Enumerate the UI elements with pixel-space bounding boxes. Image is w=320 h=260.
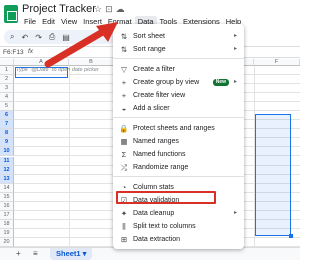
row-header[interactable]: 1 bbox=[0, 66, 14, 76]
row-header[interactable]: 14 bbox=[0, 183, 14, 193]
sort-icon: ⇅ bbox=[120, 32, 128, 41]
row-header[interactable]: 16 bbox=[0, 201, 14, 211]
title-action-icons[interactable]: ☆⊡☁ bbox=[94, 4, 128, 15]
row-header[interactable]: 4 bbox=[0, 93, 14, 103]
named-functions-icon: Σ bbox=[121, 150, 127, 159]
row-header[interactable]: 11 bbox=[0, 156, 14, 166]
row-header[interactable]: 10 bbox=[0, 147, 14, 157]
undo-icon[interactable]: ↶ bbox=[21, 33, 28, 42]
menu-item-label: Sort range bbox=[133, 46, 166, 53]
print-icon[interactable]: ⎙ bbox=[49, 32, 55, 42]
menu-edit[interactable]: Edit bbox=[39, 16, 58, 28]
document-title[interactable]: Project Tracker bbox=[22, 3, 96, 15]
row-header[interactable]: 13 bbox=[0, 174, 14, 184]
select-all-corner[interactable] bbox=[0, 59, 14, 66]
submenu-arrow-icon: ▸ bbox=[233, 79, 237, 85]
menu-insert[interactable]: Insert bbox=[80, 16, 105, 28]
column-header[interactable]: F bbox=[254, 59, 300, 66]
menu-item-label: Randomize range bbox=[133, 164, 189, 171]
submenu-arrow-icon: ▸ bbox=[233, 46, 237, 52]
named-ranges-icon: ▦ bbox=[120, 137, 128, 146]
toolbar: ⌕ ↶ ↷ ⎙ ▤ bbox=[4, 30, 116, 44]
menu-item-create-filter-view[interactable]: + Create filter view bbox=[113, 90, 244, 101]
menu-item-label: Create group by view bbox=[133, 79, 200, 86]
fx-icon: fx bbox=[28, 48, 34, 55]
menu-separator bbox=[113, 117, 244, 118]
column-header[interactable]: A bbox=[14, 59, 69, 66]
menu-item-label: Named ranges bbox=[133, 138, 179, 145]
data-cleanup-icon: ✦ bbox=[120, 209, 128, 218]
menu-item-label: Named functions bbox=[133, 151, 186, 158]
paint-format-icon[interactable]: ▤ bbox=[62, 33, 70, 42]
menu-item-data-extraction[interactable]: ⊞ Data extraction bbox=[113, 234, 244, 245]
sheets-logo-icon[interactable] bbox=[4, 5, 18, 23]
data-menu-dropdown: ⇅ Sort sheet ▸ ⇅ Sort range ▸ ▽ Create a filter… bbox=[113, 24, 244, 249]
add-sheet-button[interactable]: + bbox=[16, 249, 21, 258]
menu-item-label: Create a filter bbox=[133, 66, 176, 73]
row-header[interactable]: 9 bbox=[0, 138, 14, 148]
menu-file[interactable]: File bbox=[21, 16, 39, 28]
row-header[interactable]: 15 bbox=[0, 192, 14, 202]
name-box[interactable]: F6:F13 bbox=[3, 49, 24, 56]
submenu-arrow-icon: ▸ bbox=[233, 210, 237, 216]
row-header[interactable]: 2 bbox=[0, 75, 14, 85]
row-header[interactable]: 20 bbox=[0, 237, 14, 247]
randomize-icon: ⤮ bbox=[121, 163, 127, 172]
menu-item-label: Create filter view bbox=[133, 92, 186, 99]
row-header[interactable]: 12 bbox=[0, 165, 14, 175]
row-header[interactable]: 8 bbox=[0, 129, 14, 139]
menu-item-sort-sheet[interactable]: ⇅ Sort sheet ▸ bbox=[113, 31, 244, 42]
row-header[interactable]: 18 bbox=[0, 219, 14, 229]
menu-view[interactable]: View bbox=[58, 16, 80, 28]
filter-view-icon: + bbox=[121, 91, 127, 100]
menu-item-sort-range[interactable]: ⇅ Sort range ▸ bbox=[113, 44, 244, 55]
all-sheets-button[interactable]: ≡ bbox=[33, 249, 38, 258]
new-badge: New bbox=[212, 79, 229, 86]
menu-separator bbox=[113, 176, 244, 177]
menu-item-add-a-slicer[interactable]: ◒ Add a slicer bbox=[113, 103, 244, 114]
row-header[interactable]: 7 bbox=[0, 120, 14, 130]
menu-item-label: Protect sheets and ranges bbox=[133, 125, 215, 132]
row-header[interactable]: 5 bbox=[0, 102, 14, 112]
data-extraction-icon: ⊞ bbox=[120, 235, 128, 244]
lock-icon: 🔒 bbox=[119, 124, 129, 133]
data-validation-highlight bbox=[116, 191, 216, 204]
search-menus-icon[interactable]: ⌕ bbox=[10, 32, 14, 42]
fill-handle[interactable] bbox=[289, 234, 293, 238]
menu-item-label: Split text to columns bbox=[133, 223, 196, 230]
star-icon[interactable]: ☆ bbox=[94, 4, 105, 14]
menu-item-randomize-range[interactable]: ⤮ Randomize range bbox=[113, 162, 244, 173]
row-header[interactable]: 17 bbox=[0, 210, 14, 220]
sheet-tab-sheet1[interactable]: Sheet1 ▾ bbox=[50, 248, 93, 260]
split-text-icon: ⫼ bbox=[122, 222, 126, 231]
menu-separator bbox=[113, 58, 244, 59]
submenu-arrow-icon: ▸ bbox=[233, 33, 237, 39]
slicer-icon: ◒ bbox=[121, 104, 127, 113]
menu-item-named-functions[interactable]: Σ Named functions bbox=[113, 149, 244, 160]
row-header[interactable]: 3 bbox=[0, 84, 14, 94]
menu-item-label: Add a slicer bbox=[133, 105, 170, 112]
menu-item-named-ranges[interactable]: ▦ Named ranges bbox=[113, 136, 244, 147]
menu-item-label: Data cleanup bbox=[133, 210, 175, 217]
menu-item-split-text-to-columns[interactable]: ⫼ Split text to columns bbox=[113, 221, 244, 232]
filter-icon: ▽ bbox=[121, 65, 127, 74]
column-header[interactable]: B bbox=[69, 59, 114, 66]
row-header[interactable]: 19 bbox=[0, 228, 14, 238]
redo-icon[interactable]: ↷ bbox=[35, 33, 42, 42]
menu-item-data-cleanup[interactable]: ✦ Data cleanup ▸ bbox=[113, 208, 244, 219]
menu-item-label: Sort sheet bbox=[133, 33, 165, 40]
group-view-icon: + bbox=[121, 78, 127, 87]
row-header[interactable]: 6 bbox=[0, 111, 14, 121]
date-picker-hint: Type "@Date" to open date picker bbox=[16, 67, 99, 73]
menu-item-create-group-by-view[interactable]: + Create group by view New ▸ bbox=[113, 77, 244, 88]
selected-range[interactable] bbox=[255, 114, 291, 236]
sort-range-icon: ⇅ bbox=[120, 45, 128, 54]
menu-item-protect-sheets-and-ranges[interactable]: 🔒 Protect sheets and ranges bbox=[113, 123, 244, 134]
move-folder-icon[interactable]: ⊡ bbox=[105, 4, 116, 14]
menu-item-label: Data extraction bbox=[133, 236, 181, 243]
cloud-status-icon[interactable]: ☁ bbox=[116, 4, 128, 14]
menu-item-create-a-filter[interactable]: ▽ Create a filter bbox=[113, 64, 244, 75]
